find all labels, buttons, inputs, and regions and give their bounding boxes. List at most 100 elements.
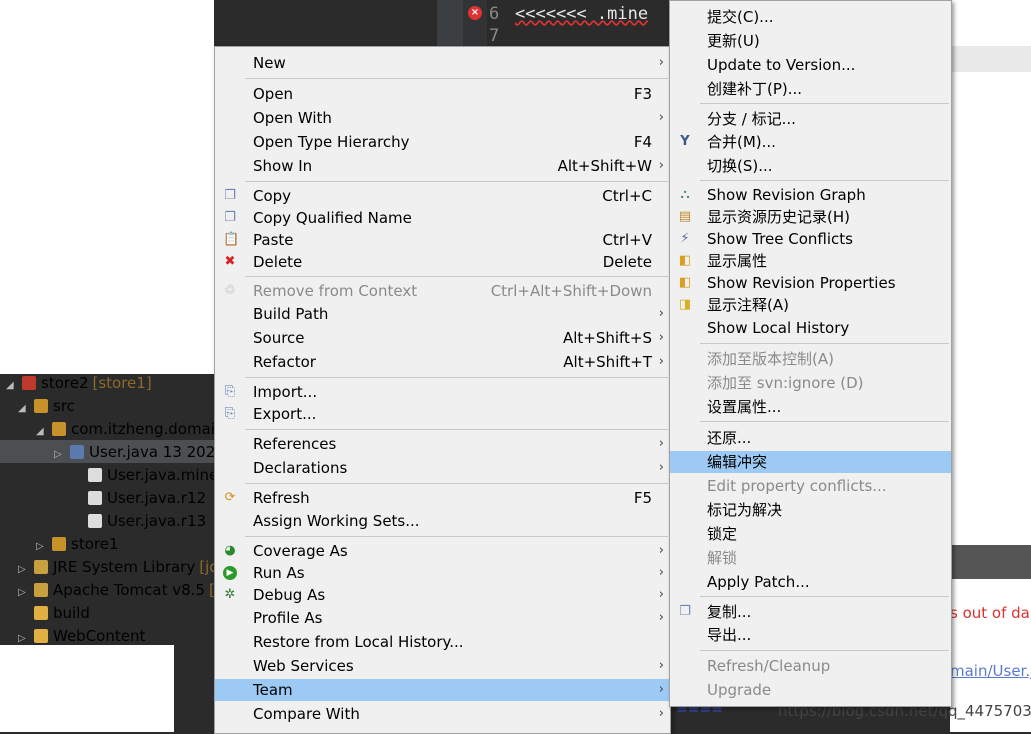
menu-item-remove-from-context[interactable]: ♲ Remove from Context Ctrl+Alt+Shift+Down xyxy=(215,280,670,302)
menu-item-show-in[interactable]: Show In Alt+Shift+W › xyxy=(215,155,670,177)
tree-item[interactable]: ◢ src xyxy=(18,395,75,418)
menu-item-delete[interactable]: ✖ Delete Delete xyxy=(215,251,670,273)
menu-item-refactor[interactable]: Refactor Alt+Shift+T › xyxy=(215,351,670,373)
console-header-band xyxy=(950,545,1031,579)
menu-item-web-services[interactable]: Web Services › xyxy=(215,655,670,677)
file-link[interactable]: main/User.ja xyxy=(950,662,1031,680)
tree-expander-icon[interactable]: ▷ xyxy=(18,581,28,604)
tree-item[interactable]: ◢ com.itzheng.domain xyxy=(36,418,224,441)
tree-expander-icon[interactable]: ▷ xyxy=(18,558,28,581)
menu-item-debug-as[interactable]: ✲ Debug As › xyxy=(215,584,670,606)
team-item-copy[interactable]: ❐ 复制... xyxy=(670,601,951,623)
menu-item-import[interactable]: ⎘ Import... xyxy=(215,381,670,403)
tree-item-label: JRE System Library xyxy=(53,558,196,576)
menu-item-declarations[interactable]: Declarations › xyxy=(215,457,670,479)
team-item-show-properties[interactable]: ◧ 显示属性 xyxy=(670,250,951,272)
history-icon: ▤ xyxy=(678,209,692,224)
menu-item-open[interactable]: Open F3 xyxy=(215,83,670,105)
menu-item-build-path[interactable]: Build Path › xyxy=(215,303,670,325)
tree-expander-icon[interactable]: ▷ xyxy=(54,443,64,466)
conflict-marker-line[interactable]: <<<<<<< .mine xyxy=(515,4,648,24)
menu-item-export[interactable]: ⎘ Export... xyxy=(215,403,670,425)
team-submenu: 提交(C)... 更新(U) Update to Version... 创建补丁… xyxy=(669,0,952,707)
file-icon xyxy=(88,468,102,482)
team-item-refresh-cleanup[interactable]: Refresh/Cleanup xyxy=(670,655,951,677)
debug-icon: ✲ xyxy=(224,587,236,602)
team-item-unlock[interactable]: 解锁 xyxy=(670,547,951,569)
tree-item-label: User.java.mine xyxy=(107,466,219,484)
team-item-show-tree-conflicts[interactable]: ⚡ Show Tree Conflicts xyxy=(670,228,951,250)
menu-item-run-as[interactable]: ▶ Run As › xyxy=(215,562,670,584)
tree-item-label: Apache Tomcat v8.5 xyxy=(53,581,205,599)
tree-expander-icon[interactable]: ◢ xyxy=(6,374,16,397)
menu-item-new[interactable]: New › xyxy=(215,52,670,74)
team-item-merge[interactable]: Y 合并(M)... xyxy=(670,131,951,153)
tree-item[interactable]: ▷JRE System Library[jdk xyxy=(18,556,227,579)
menu-item-profile-as[interactable]: Profile As › xyxy=(215,607,670,629)
team-item-branch-tag[interactable]: 分支 / 标记... xyxy=(670,108,951,130)
team-item-commit[interactable]: 提交(C)... xyxy=(670,6,951,28)
menu-item-references[interactable]: References › xyxy=(215,433,670,455)
revision-properties-icon: ◧ xyxy=(678,275,692,290)
menu-item-open-type-hierarchy[interactable]: Open Type Hierarchy F4 xyxy=(215,131,670,153)
package-icon xyxy=(52,537,66,551)
remove-context-icon: ♲ xyxy=(224,283,236,298)
team-item-lock[interactable]: 锁定 xyxy=(670,523,951,545)
tree-item[interactable]: ▷Apache Tomcat v8.5[A xyxy=(18,579,225,602)
team-item-switch[interactable]: 切换(S)... xyxy=(670,155,951,177)
project-icon xyxy=(22,376,36,390)
copy-icon: ❐ xyxy=(224,188,236,203)
tree-item[interactable]: build xyxy=(18,602,90,625)
team-item-mark-resolved[interactable]: 标记为解决 xyxy=(670,499,951,521)
delete-icon: ✖ xyxy=(224,254,236,269)
line-number: 7 xyxy=(489,26,500,46)
menu-item-copy[interactable]: ❐ Copy Ctrl+C xyxy=(215,185,670,207)
file-icon xyxy=(88,514,102,528)
menu-item-compare-with[interactable]: Compare With › xyxy=(215,703,670,725)
tree-item[interactable]: User.java.r13 xyxy=(72,510,206,533)
merge-icon: Y xyxy=(680,134,690,149)
team-item-show-revision-properties[interactable]: ◧ Show Revision Properties xyxy=(670,272,951,294)
team-item-show-local-history[interactable]: Show Local History xyxy=(670,317,951,339)
menu-item-coverage-as[interactable]: ◕ Coverage As › xyxy=(215,540,670,562)
team-item-upgrade[interactable]: Upgrade xyxy=(670,679,951,701)
error-marker-icon[interactable]: × xyxy=(468,6,482,20)
tree-item[interactable]: ▷ store1 xyxy=(36,533,118,556)
team-item-show-revision-graph[interactable]: ⛬ Show Revision Graph xyxy=(670,184,951,206)
team-item-edit-property-conflicts[interactable]: Edit property conflicts... xyxy=(670,475,951,497)
menu-item-restore-local-history[interactable]: Restore from Local History... xyxy=(215,631,670,653)
menu-item-refresh[interactable]: ⟳ Refresh F5 xyxy=(215,487,670,509)
copy-qualified-name-icon: ❐ xyxy=(224,210,236,225)
tree-item[interactable]: User.java.mine xyxy=(72,464,218,487)
team-item-add-to-svn-ignore[interactable]: 添加至 svn:ignore (D) xyxy=(670,372,951,394)
tree-item[interactable]: ◢ store2 [store1] xyxy=(6,372,152,395)
team-item-export[interactable]: 导出... xyxy=(670,624,951,646)
right-panel xyxy=(950,0,1031,732)
revision-graph-icon: ⛬ xyxy=(680,187,690,202)
library-icon xyxy=(34,583,48,597)
team-item-update-to-version[interactable]: Update to Version... xyxy=(670,54,951,76)
team-item-show-annotation[interactable]: ◨ 显示注释(A) xyxy=(670,294,951,316)
tree-expander-icon[interactable]: ◢ xyxy=(36,420,46,443)
menu-item-source[interactable]: Source Alt+Shift+S › xyxy=(215,327,670,349)
tree-item[interactable]: User.java.r12 xyxy=(72,487,206,510)
team-item-create-patch[interactable]: 创建补丁(P)... xyxy=(670,78,951,100)
run-icon: ▶ xyxy=(223,566,237,580)
team-item-update[interactable]: 更新(U) xyxy=(670,30,951,52)
menu-item-assign-working-sets[interactable]: Assign Working Sets... xyxy=(215,510,670,532)
menu-item-paste[interactable]: 📋 Paste Ctrl+V xyxy=(215,229,670,251)
team-item-revert[interactable]: 还原... xyxy=(670,427,951,449)
menu-item-team[interactable]: Team › xyxy=(215,679,670,701)
team-item-apply-patch[interactable]: Apply Patch... xyxy=(670,571,951,593)
team-item-show-history[interactable]: ▤ 显示资源历史记录(H) xyxy=(670,206,951,228)
tree-item[interactable]: ▷ User.java 13 2020 xyxy=(54,441,225,464)
tree-expander-icon[interactable]: ▷ xyxy=(36,535,46,558)
menu-item-copy-qualified-name[interactable]: ❐ Copy Qualified Name xyxy=(215,207,670,229)
team-item-add-to-version-control[interactable]: 添加至版本控制(A) xyxy=(670,348,951,370)
tree-item-label: User.java.r13 xyxy=(107,512,207,530)
menu-item-open-with[interactable]: Open With › xyxy=(215,107,670,129)
folder-icon xyxy=(34,606,48,620)
team-item-edit-conflicts[interactable]: 编辑冲突 xyxy=(670,451,951,473)
tree-expander-icon[interactable]: ◢ xyxy=(18,397,28,420)
team-item-set-property[interactable]: 设置属性... xyxy=(670,396,951,418)
